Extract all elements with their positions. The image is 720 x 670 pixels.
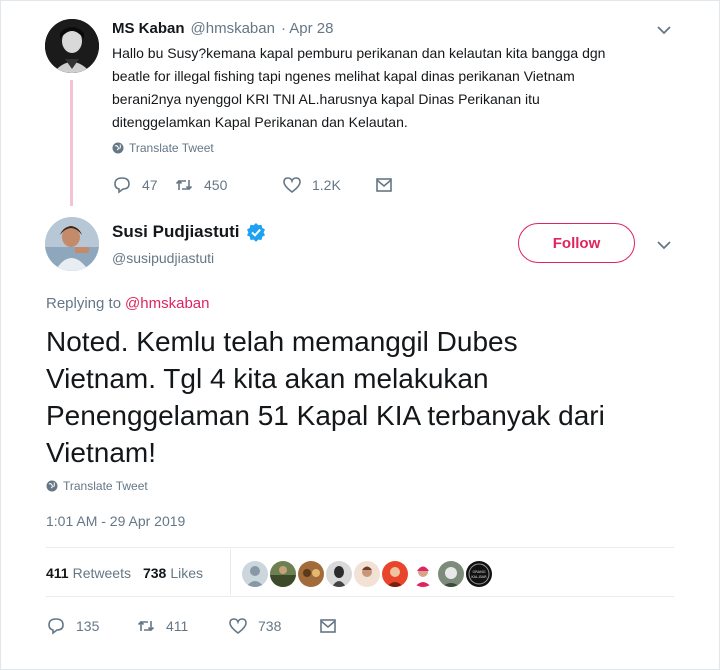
- tweet-timestamp[interactable]: 1:01 AM - 29 Apr 2019: [46, 513, 185, 529]
- main-retweet-count: 411: [166, 618, 189, 634]
- main-translate-link[interactable]: Translate Tweet: [46, 479, 148, 493]
- liker-avatar[interactable]: [268, 559, 298, 589]
- main-action-retweet[interactable]: 411: [136, 616, 228, 636]
- reply-tweet-text: Hallo bu Susy?kemana kapal pemburu perik…: [112, 42, 672, 134]
- reply-date[interactable]: · Apr 28: [281, 20, 334, 37]
- reply-text-line: berani2nya nyenggol KRI TNI AL.harusnya …: [112, 91, 540, 107]
- reply-action-like[interactable]: 1.2K: [282, 175, 374, 195]
- main-text-line: Vietnam. Tgl 4 kita akan melakukan: [46, 363, 489, 394]
- liker-avatar[interactable]: [240, 559, 270, 589]
- main-action-like[interactable]: 738: [228, 616, 318, 636]
- main-text-line: Penenggelaman 51 Kapal KIA terbanyak dar…: [46, 400, 605, 431]
- reply-author-handle[interactable]: @hmskaban: [191, 20, 275, 37]
- retweet-total[interactable]: 411: [46, 565, 69, 581]
- reply-translate-link[interactable]: Translate Tweet: [112, 141, 214, 155]
- message-icon: [376, 178, 392, 192]
- reply-action-reply[interactable]: 47: [112, 175, 172, 195]
- retweet-icon: [137, 620, 155, 632]
- message-icon: [320, 619, 336, 633]
- like-total-label[interactable]: Likes: [170, 565, 203, 581]
- reply-action-message[interactable]: [374, 175, 394, 195]
- main-translate-label: Translate Tweet: [63, 479, 148, 493]
- avatar-susi-pudjiastuti[interactable]: [45, 217, 99, 271]
- avatar-ms-kaban[interactable]: [45, 19, 99, 73]
- retweet-count: 450: [204, 177, 228, 193]
- liker-avatar[interactable]: [408, 559, 438, 589]
- like-icon: [229, 618, 247, 635]
- reply-icon: [48, 618, 64, 635]
- main-like-count: 738: [258, 618, 282, 634]
- retweet-icon: [175, 179, 193, 191]
- liker-avatar[interactable]: [436, 559, 466, 589]
- globe-icon: [112, 142, 124, 154]
- main-author-name[interactable]: Susi Pudjiastuti: [112, 222, 240, 242]
- thread-connector-line: [70, 80, 73, 206]
- main-action-message[interactable]: [318, 616, 338, 636]
- stats-separator: [230, 549, 231, 595]
- chevron-down-icon[interactable]: [656, 24, 672, 36]
- like-total[interactable]: 738: [143, 565, 166, 581]
- liker-avatar[interactable]: [324, 559, 354, 589]
- reply-translate-label: Translate Tweet: [129, 141, 214, 155]
- liker-avatars: ORANG KAL-BAR: [240, 559, 494, 589]
- liker-avatar[interactable]: [296, 559, 326, 589]
- replying-to-handle-link[interactable]: @hmskaban: [125, 295, 209, 312]
- chevron-down-icon[interactable]: [656, 239, 672, 251]
- like-icon: [283, 177, 301, 194]
- reply-author-name[interactable]: MS Kaban: [112, 20, 185, 37]
- main-text-line: Noted. Kemlu telah memanggil Dubes: [46, 326, 518, 357]
- main-tweet-text: Noted. Kemlu telah memanggil Dubes Vietn…: [46, 323, 676, 471]
- reply-text-line: beatle for illegal fishing tapi ngenes m…: [112, 68, 575, 84]
- reply-icon: [114, 177, 130, 194]
- verified-badge-icon: [246, 223, 265, 242]
- main-action-reply[interactable]: 135: [46, 616, 136, 636]
- like-count: 1.2K: [312, 177, 341, 193]
- follow-button[interactable]: Follow: [518, 223, 635, 263]
- divider: [46, 547, 674, 548]
- divider: [46, 596, 674, 597]
- liker-badge-text: KAL-BAR: [471, 575, 487, 579]
- reply-text-line: ditenggelamkan Kapal Perikanan dan Kelau…: [112, 114, 408, 130]
- engagement-stats: 411 Retweets 738 Likes: [46, 565, 203, 581]
- retweet-total-label[interactable]: Retweets: [73, 565, 131, 581]
- liker-avatar[interactable]: ORANG KAL-BAR: [464, 559, 494, 589]
- reply-action-retweet[interactable]: 450: [174, 175, 262, 195]
- replying-to-label: Replying to: [46, 295, 122, 312]
- reply-text-line: Hallo bu Susy?kemana kapal pemburu perik…: [112, 45, 606, 61]
- main-author-handle[interactable]: @susipudjiastuti: [112, 250, 214, 266]
- main-text-line: Vietnam!: [46, 437, 156, 468]
- globe-icon: [46, 480, 58, 492]
- liker-avatar[interactable]: [352, 559, 382, 589]
- main-reply-count: 135: [76, 618, 100, 634]
- liker-avatar[interactable]: [380, 559, 410, 589]
- liker-badge-text: ORANG: [472, 570, 485, 574]
- reply-count: 47: [142, 177, 158, 193]
